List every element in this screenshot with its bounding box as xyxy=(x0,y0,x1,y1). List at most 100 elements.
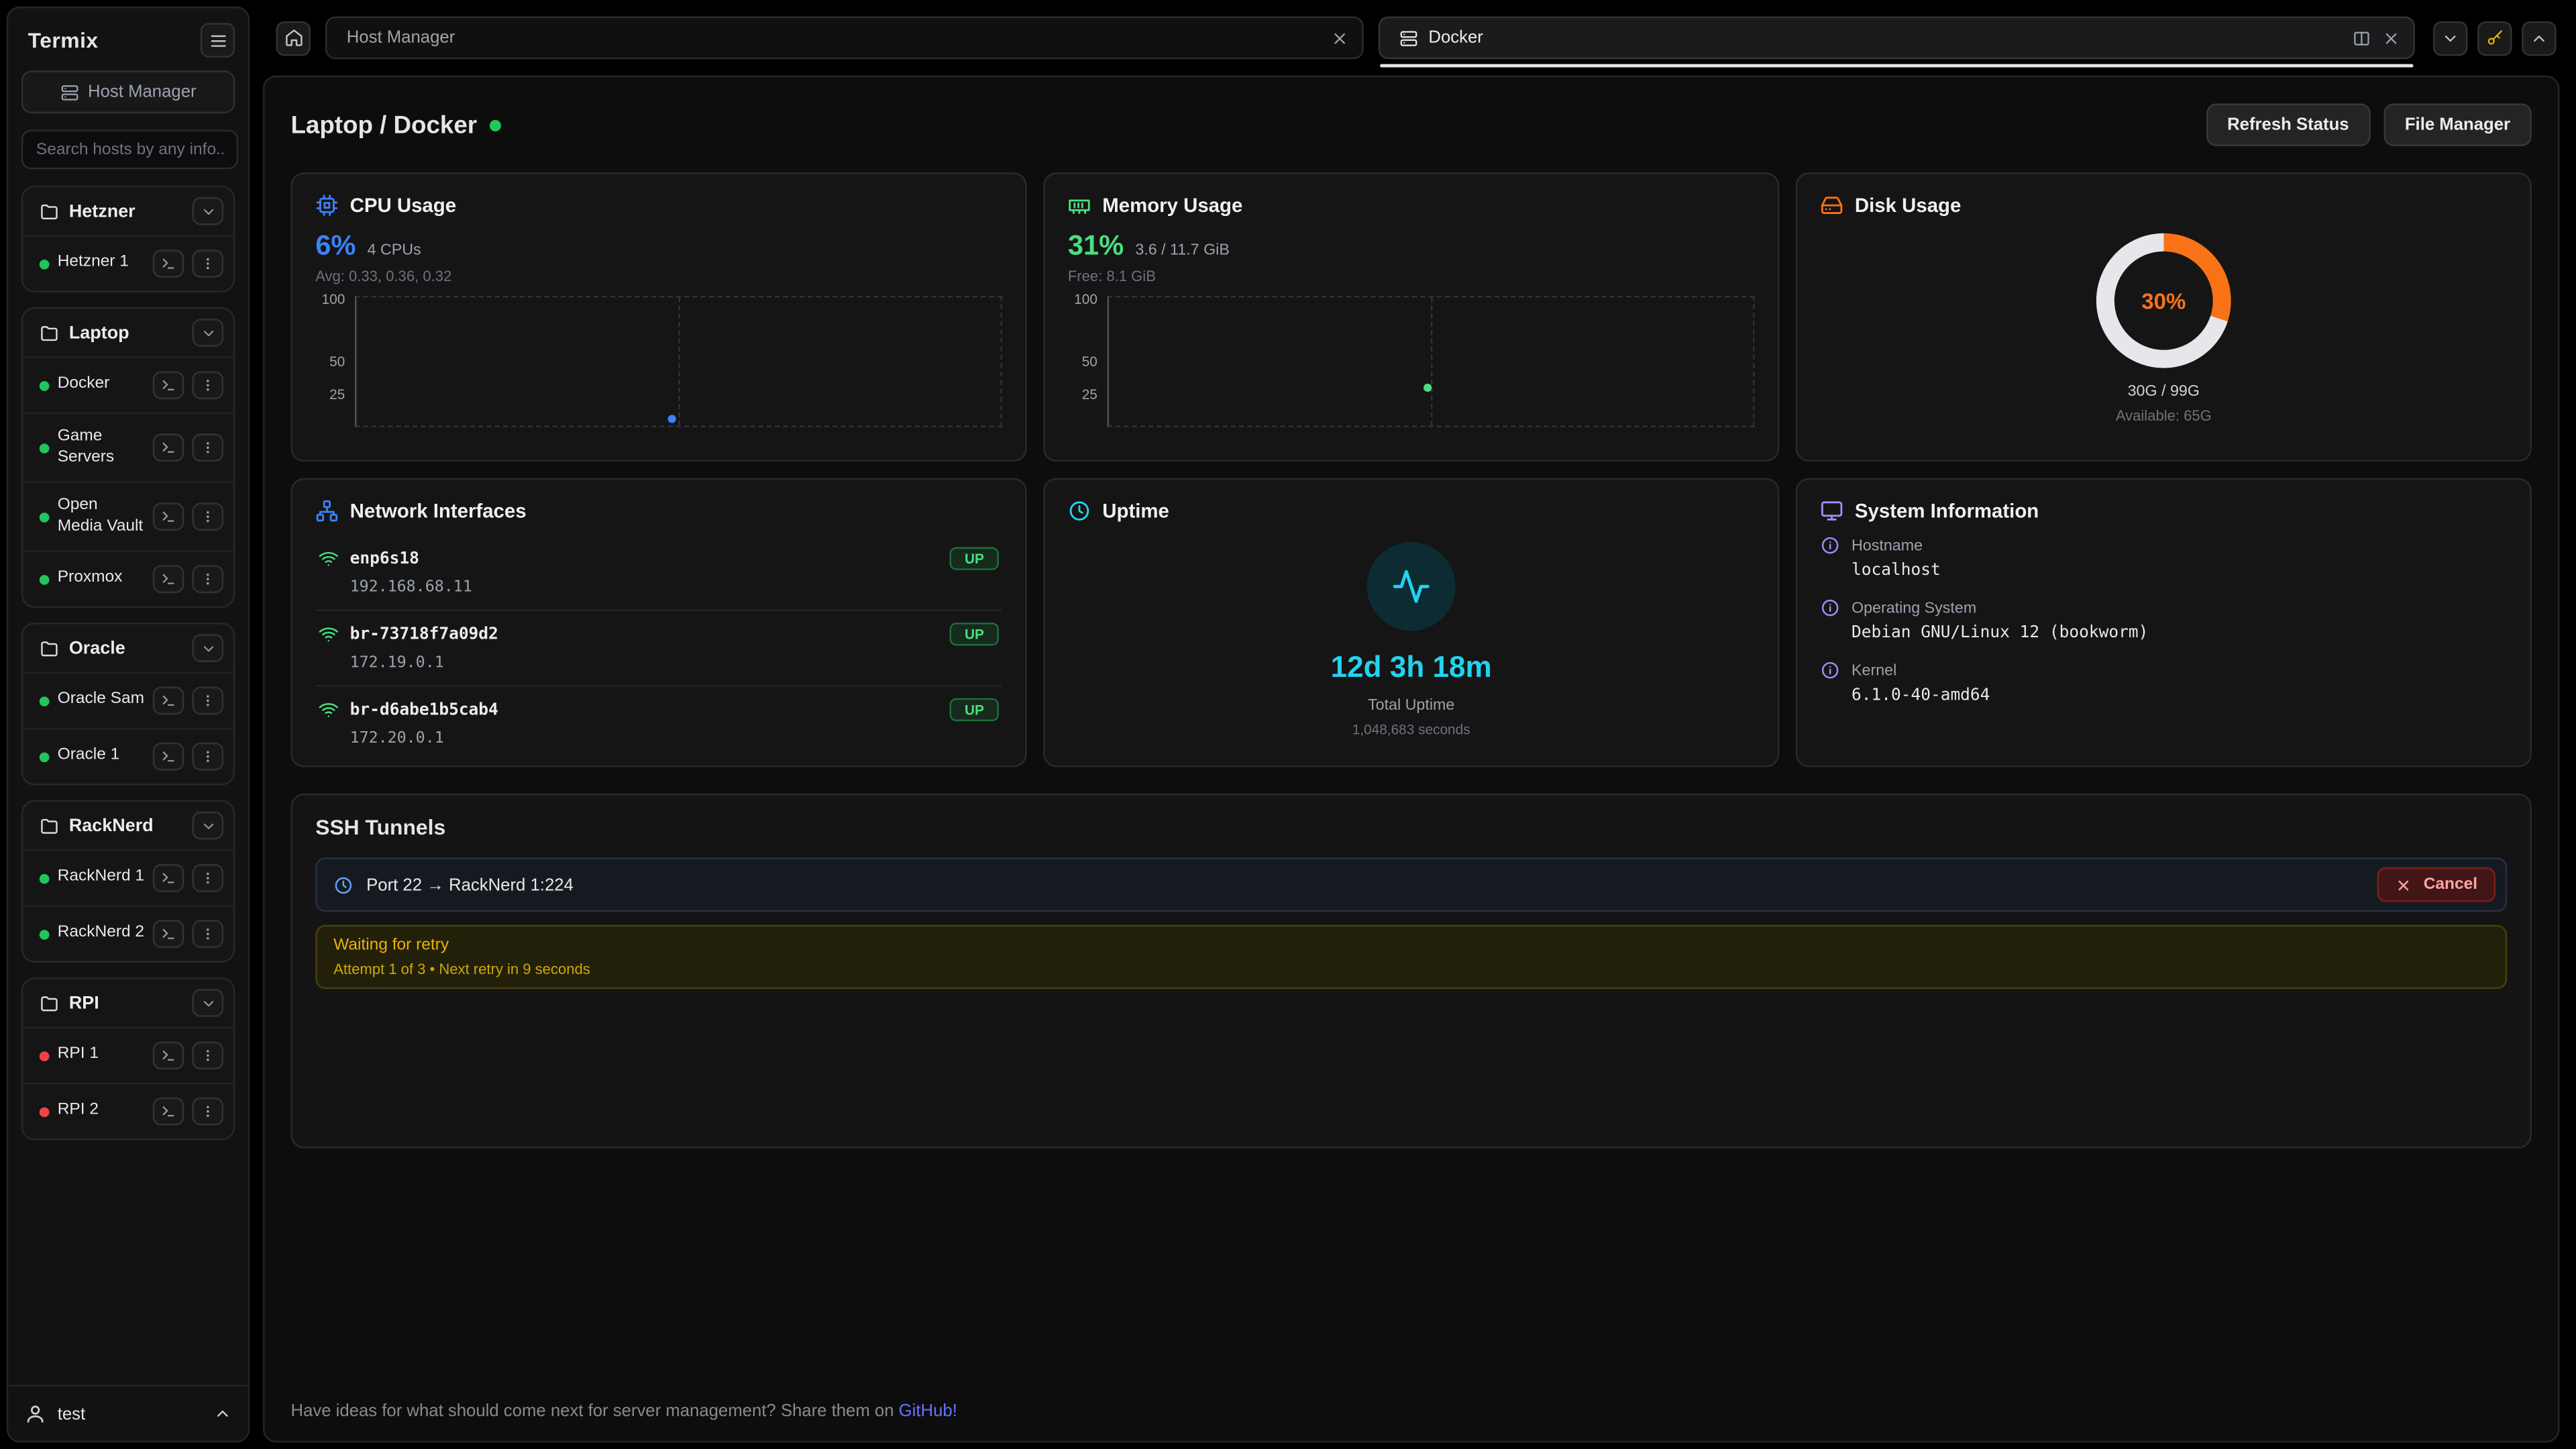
host-terminal-button[interactable] xyxy=(153,864,184,892)
host-menu-button[interactable] xyxy=(193,864,224,892)
group-collapse-button[interactable] xyxy=(193,634,224,662)
host-row[interactable]: Oracle Sam xyxy=(23,672,233,728)
card-title-text: Uptime xyxy=(1102,499,1169,522)
server-icon xyxy=(60,83,78,101)
terminal-icon xyxy=(161,749,176,764)
host-name: RackNerd 1 xyxy=(58,868,145,889)
wifi-icon xyxy=(319,700,338,719)
host-terminal-button[interactable] xyxy=(153,920,184,948)
terminal-icon xyxy=(161,256,176,271)
host-terminal-button[interactable] xyxy=(153,371,184,399)
card-title-text: Network Interfaces xyxy=(350,499,527,522)
chevron-up-icon xyxy=(2530,29,2548,47)
host-terminal-button[interactable] xyxy=(153,434,184,462)
gridline xyxy=(678,297,680,425)
ellipsis-vertical-icon xyxy=(201,749,215,764)
host-menu-button[interactable] xyxy=(193,920,224,948)
host-name: Game Servers xyxy=(58,427,145,468)
tab-host-manager[interactable]: Host Manager xyxy=(325,16,1363,59)
tab-docker[interactable]: Docker xyxy=(1377,16,2415,59)
host-row[interactable]: RackNerd 1 xyxy=(23,849,233,905)
status-dot xyxy=(40,574,50,584)
terminal-icon xyxy=(161,926,176,941)
info-icon xyxy=(1820,598,1839,617)
interface-status-badge: UP xyxy=(950,698,999,721)
host-row[interactable]: RPI 1 xyxy=(23,1027,233,1083)
tab-close-icon[interactable] xyxy=(1330,29,1348,47)
host-row[interactable]: Proxmox xyxy=(23,550,233,606)
host-menu-button[interactable] xyxy=(193,687,224,715)
termix-app: Termix Host Manager Hetzner Hetzner 1 xyxy=(0,0,2576,1449)
ytick: 100 xyxy=(322,290,345,307)
group-collapse-button[interactable] xyxy=(193,812,224,840)
user-menu[interactable]: test xyxy=(8,1385,248,1440)
host-groups: Hetzner Hetzner 1 Laptop xyxy=(8,186,248,1385)
scroll-tabs-down-button[interactable] xyxy=(2433,21,2467,55)
file-manager-button[interactable]: File Manager xyxy=(2383,103,2532,146)
host-menu-button[interactable] xyxy=(193,434,224,462)
memory-chart-yaxis: 100 50 25 xyxy=(1068,296,1108,427)
status-dot xyxy=(40,1106,50,1116)
host-row[interactable]: RackNerd 2 xyxy=(23,905,233,961)
group-header[interactable]: RPI xyxy=(23,979,233,1027)
home-button[interactable] xyxy=(276,21,310,55)
info-icon xyxy=(1820,535,1839,555)
host-row[interactable]: Game Servers xyxy=(23,413,233,482)
split-view-icon[interactable] xyxy=(2353,29,2371,47)
host-menu-button[interactable] xyxy=(193,371,224,399)
host-manager-button[interactable]: Host Manager xyxy=(21,70,235,113)
group-collapse-button[interactable] xyxy=(193,319,224,347)
tunnel-cancel-button[interactable]: Cancel xyxy=(2377,867,2496,902)
terminal-icon xyxy=(161,871,176,885)
group-collapse-button[interactable] xyxy=(193,989,224,1017)
host-terminal-button[interactable] xyxy=(153,1042,184,1070)
github-link[interactable]: GitHub! xyxy=(899,1401,957,1421)
ellipsis-vertical-icon xyxy=(201,871,215,885)
system-info-label: Operating System xyxy=(1851,599,1976,617)
chevron-down-icon xyxy=(200,325,216,341)
host-group-rpi: RPI RPI 1 RPI 2 xyxy=(21,977,235,1140)
folder-icon xyxy=(40,323,59,342)
warning-title: Waiting for retry xyxy=(333,936,2489,955)
scroll-tabs-up-button[interactable] xyxy=(2522,21,2556,55)
host-terminal-button[interactable] xyxy=(153,502,184,531)
host-row[interactable]: RPI 2 xyxy=(23,1083,233,1138)
tab-label: Docker xyxy=(1428,28,1483,48)
host-terminal-button[interactable] xyxy=(153,743,184,771)
cpu-usage-value: 6% xyxy=(315,230,356,263)
terminal-icon xyxy=(161,440,176,455)
screen: Termix Host Manager Hetzner Hetzner 1 xyxy=(0,0,2576,1449)
host-menu-button[interactable] xyxy=(193,250,224,278)
host-menu-button[interactable] xyxy=(193,1097,224,1126)
host-name: Oracle 1 xyxy=(58,746,145,767)
host-row[interactable]: Docker xyxy=(23,356,233,412)
sidebar-menu-button[interactable] xyxy=(201,23,235,57)
group-header[interactable]: Hetzner xyxy=(23,187,233,235)
host-terminal-button[interactable] xyxy=(153,565,184,593)
uptime-card: Uptime 12d 3h 18m Total Uptime 1,048,683… xyxy=(1043,478,1779,767)
uptime-seconds: 1,048,683 seconds xyxy=(1352,721,1470,737)
host-menu-button[interactable] xyxy=(193,565,224,593)
group-header[interactable]: Oracle xyxy=(23,625,233,672)
info-icon xyxy=(1820,660,1839,680)
search-input[interactable] xyxy=(21,129,238,169)
credentials-button[interactable] xyxy=(2477,21,2512,55)
folder-icon xyxy=(40,201,59,221)
host-menu-button[interactable] xyxy=(193,1042,224,1070)
host-terminal-button[interactable] xyxy=(153,687,184,715)
host-menu-button[interactable] xyxy=(193,502,224,531)
terminal-icon xyxy=(161,1048,176,1063)
host-terminal-button[interactable] xyxy=(153,250,184,278)
group-collapse-button[interactable] xyxy=(193,197,224,225)
group-header[interactable]: Laptop xyxy=(23,309,233,356)
host-menu-button[interactable] xyxy=(193,743,224,771)
refresh-status-button[interactable]: Refresh Status xyxy=(2206,103,2370,146)
host-row[interactable]: Open Media Vault xyxy=(23,482,233,551)
host-terminal-button[interactable] xyxy=(153,1097,184,1126)
tab-close-icon[interactable] xyxy=(2382,29,2400,47)
terminal-icon xyxy=(161,1104,176,1119)
group-header[interactable]: RackNerd xyxy=(23,802,233,849)
user-icon xyxy=(25,1403,46,1424)
host-row[interactable]: Oracle 1 xyxy=(23,728,233,784)
host-row[interactable]: Hetzner 1 xyxy=(23,235,233,290)
